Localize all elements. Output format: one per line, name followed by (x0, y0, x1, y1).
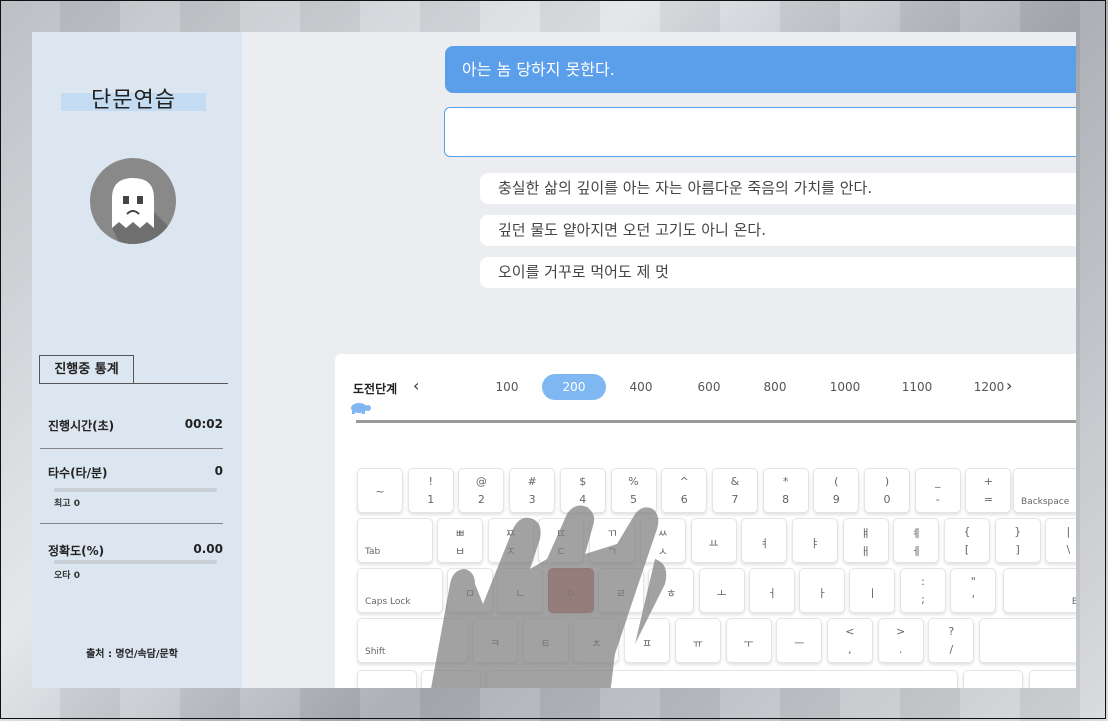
key-row2-3[interactable]: ㄲㄱ (589, 518, 636, 563)
key-row2-0[interactable]: ㅃㅂ (437, 518, 483, 563)
key-row3-5[interactable]: ㅗ (698, 568, 745, 613)
level-600[interactable]: 600 (677, 374, 741, 400)
key-row1-8[interactable]: * 8 (762, 468, 809, 513)
typing-app: 단문연습 진행중 통계 진행시간(초) 00:02 타수(타/분) 0 최고 0 (32, 32, 1076, 688)
speed-value: 0 (214, 464, 223, 478)
key-row1-1[interactable]: ! 1 (407, 468, 454, 513)
key-row4-4[interactable]: ㅠ (674, 618, 721, 663)
speed-stat: 타수(타/분) 0 최고 0 (48, 464, 223, 509)
level-selector: 도전단계 ‹ 100 200 400 600 800 1000 1100 1200 › (335, 354, 1076, 414)
accuracy-bar (54, 560, 217, 564)
key-row3-8[interactable]: ㅣ (849, 568, 896, 613)
key-row4-6[interactable]: ㅡ (776, 618, 823, 663)
key-row2-11[interactable]: }] (994, 518, 1041, 563)
level-200[interactable]: 200 (542, 374, 606, 400)
next-sentence-1: 충실한 삶의 깊이를 아는 자는 아름다운 죽음의 가치를 안다. (480, 173, 1076, 204)
key-row4-7[interactable]: <, (826, 618, 873, 663)
speed-best: 최고 0 (54, 499, 80, 509)
key-caps-lock[interactable]: Caps Lock (357, 568, 443, 613)
source-label: 출처 : 명언/속담/문학 (86, 649, 178, 660)
time-label: 진행시간(초) (48, 419, 115, 433)
key-row4-0[interactable]: ㅋ (472, 618, 518, 663)
key-row1-4[interactable]: $4 (559, 468, 606, 513)
key-row3-2[interactable]: ㅇ (547, 568, 594, 613)
level-800[interactable]: 800 (743, 374, 807, 400)
key-row2-6[interactable]: ㅕ (741, 518, 788, 563)
key-row1-9[interactable]: (9 (813, 468, 860, 513)
next-sentence-2: 깊던 물도 얕아지면 오던 고기도 아니 온다. (480, 215, 1076, 246)
accuracy-value: 0.00 (193, 542, 223, 556)
key-row2-5[interactable]: ㅛ (690, 518, 737, 563)
turtle-icon (351, 403, 371, 414)
key-row1-3[interactable]: #3 (509, 468, 556, 513)
speed-bar (54, 488, 217, 492)
typo-count: 오타 0 (54, 571, 80, 581)
sidebar: 단문연습 진행중 통계 진행시간(초) 00:02 타수(타/분) 0 최고 0 (32, 32, 242, 688)
chevron-left-icon[interactable]: ‹ (413, 376, 419, 395)
level-1100[interactable]: 1100 (885, 374, 949, 400)
key-row3-4[interactable]: ㅎ (648, 568, 695, 613)
key-row2-9[interactable]: ㅖㅔ (893, 518, 940, 563)
speed-label: 타수(타/분) (48, 466, 108, 480)
typing-input[interactable] (444, 107, 1076, 157)
chevron-right-icon[interactable]: › (1006, 376, 1012, 395)
key-row4-8[interactable]: >. (877, 618, 924, 663)
level-100[interactable]: 100 (475, 374, 539, 400)
avatar (90, 158, 176, 244)
key-row2-8[interactable]: ㅒㅐ (842, 518, 889, 563)
ghost-icon (112, 178, 176, 244)
key-row2-2[interactable]: ㄸㄷ (538, 518, 585, 563)
key-row1-5[interactable]: % 5 (610, 468, 657, 513)
key-row1-12[interactable]: + = (965, 468, 1012, 513)
key-row2-1[interactable]: ㅉㅈ (487, 518, 534, 563)
level-400[interactable]: 400 (609, 374, 673, 400)
key-alt[interactable]: Alt (421, 670, 481, 688)
key-row3-1[interactable]: ㄴ (497, 568, 544, 613)
key-row2-10[interactable]: {[ (944, 518, 990, 563)
mode-title: 단문연습 (91, 88, 176, 113)
key-row3-3[interactable]: ㄹ (597, 568, 644, 613)
key-row1-11[interactable]: _ - (914, 468, 961, 513)
key-row1-6[interactable]: ^ 6 (661, 468, 708, 513)
key-row4-9[interactable]: ? / (928, 618, 975, 663)
stats-tab: 진행중 통계 (39, 355, 134, 383)
level-1000[interactable]: 1000 (813, 374, 877, 400)
key-row1-7[interactable]: & 7 (711, 468, 758, 513)
key-row3-sym-1[interactable]: " ' (950, 568, 997, 613)
key-enter[interactable]: Enter (1003, 568, 1076, 613)
accuracy-label: 정확도(%) (48, 544, 105, 558)
key-ctrl[interactable]: Ctrl (357, 670, 417, 688)
target-sentence: 아는 놈 당하지 못한다. (445, 46, 1076, 93)
key-row3-7[interactable]: ㅏ (799, 568, 846, 613)
key-space[interactable] (486, 670, 958, 688)
key-row3-6[interactable]: ㅓ (748, 568, 795, 613)
next-sentence-3: 오이를 거꾸로 먹어도 제 멋 (480, 257, 1076, 288)
key-row3-0[interactable]: ㅁ (447, 568, 493, 613)
key-row1-2[interactable]: @2 (458, 468, 505, 513)
key-row4-1[interactable]: ㅌ (522, 618, 569, 663)
mode-title-wrap: 단문연습 (61, 82, 206, 113)
level-title: 도전단계 (353, 382, 398, 396)
key-row2-12[interactable]: | \ (1045, 518, 1076, 563)
key-ctrl-right[interactable]: Ctrl (1029, 670, 1076, 688)
key-row3-sym-0[interactable]: :; (900, 568, 946, 613)
time-value: 00:02 (184, 417, 223, 431)
keyboard-panel: 도전단계 ‹ 100 200 400 600 800 1000 1100 1200 › ~! 1… (335, 354, 1076, 688)
key-row4-3[interactable]: ㅍ (624, 618, 671, 663)
key-row4-2[interactable]: ㅊ (573, 618, 620, 663)
key-tab[interactable]: Tab (357, 518, 433, 563)
accuracy-stat: 정확도(%) 0.00 오타 0 (48, 542, 223, 587)
key-row2-4[interactable]: ㅆㅅ (639, 518, 686, 563)
key-row1-0[interactable]: ~ (357, 468, 403, 513)
progress-track (356, 420, 1076, 423)
key-row4-5[interactable]: ㅜ (725, 618, 772, 663)
key-alt-right[interactable]: Alt (963, 670, 1023, 688)
key-row1-10[interactable]: ) 0 (864, 468, 910, 513)
key-shift[interactable]: Shift (357, 618, 468, 663)
key-shift-right[interactable]: Shift (979, 618, 1076, 663)
key-backspace[interactable]: Backspace (1013, 468, 1076, 513)
key-row2-7[interactable]: ㅑ (791, 518, 838, 563)
